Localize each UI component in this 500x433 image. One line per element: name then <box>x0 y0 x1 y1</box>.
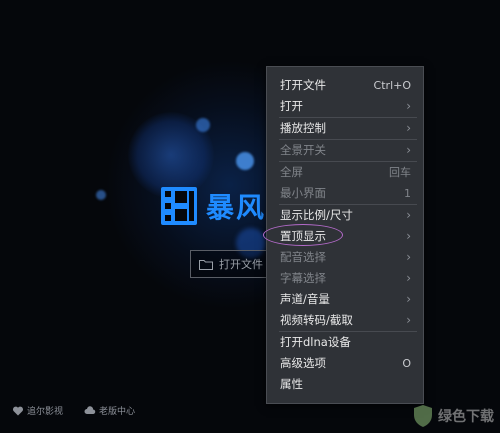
shortcut-label: 1 <box>404 187 411 200</box>
menu-item-panorama[interactable]: 全景开关 › <box>267 140 423 161</box>
menu-item-audio-track[interactable]: 配音选择 › <box>267 247 423 268</box>
chevron-right-icon: › <box>406 292 411 306</box>
folder-icon <box>199 259 213 270</box>
shortcut-label: O <box>402 357 411 370</box>
menu-item-open[interactable]: 打开 › <box>267 96 423 117</box>
menu-item-label: 高级选项 <box>280 356 326 370</box>
watermark-text: 绿色下载 <box>438 409 494 425</box>
menu-item-playback-control[interactable]: 播放控制 › <box>267 118 423 139</box>
chevron-right-icon: › <box>406 143 411 157</box>
menu-item-label: 打开dlna设备 <box>280 335 351 349</box>
chevron-right-icon: › <box>406 121 411 135</box>
app-logo: 暴风 <box>160 186 266 226</box>
menu-item-label: 播放控制 <box>280 121 326 135</box>
logo-text: 暴风 <box>206 191 267 224</box>
menu-item-channel-volume[interactable]: 声道/音量 › <box>267 289 423 310</box>
chevron-right-icon: › <box>406 271 411 285</box>
menu-item-label: 全屏 <box>280 165 303 179</box>
menu-item-label: 声道/音量 <box>280 292 330 306</box>
heart-icon <box>12 406 24 415</box>
menu-item-aspect-ratio[interactable]: 显示比例/尺寸 › <box>267 205 423 226</box>
bottom-link-label: 追尔影视 <box>27 407 64 417</box>
menu-item-label: 置顶显示 <box>280 229 326 243</box>
menu-item-fullscreen[interactable]: 全屏 回车 <box>267 162 423 183</box>
menu-item-label: 视频转码/截取 <box>280 313 353 327</box>
bottom-link-movies[interactable]: 追尔影视 <box>12 404 63 417</box>
menu-item-transcode[interactable]: 视频转码/截取 › <box>267 310 423 331</box>
menu-item-dlna[interactable]: 打开dlna设备 <box>267 332 423 353</box>
menu-item-label: 打开文件 <box>280 78 326 92</box>
shortcut-label: 回车 <box>389 166 411 179</box>
bottom-link-label: 老版中心 <box>99 407 136 417</box>
menu-item-label: 配音选择 <box>280 250 326 264</box>
shield-icon <box>414 405 432 427</box>
menu-item-label: 属性 <box>280 377 303 391</box>
menu-item-open-file[interactable]: 打开文件 Ctrl+O <box>267 75 423 96</box>
menu-item-label: 显示比例/尺寸 <box>280 208 353 222</box>
menu-item-advanced-options[interactable]: 高级选项 O <box>267 353 423 374</box>
chevron-right-icon: › <box>406 229 411 243</box>
menu-item-subtitle[interactable]: 字幕选择 › <box>267 268 423 289</box>
bokeh-light <box>96 190 106 200</box>
film-logo-icon <box>161 187 197 225</box>
chevron-right-icon: › <box>406 208 411 222</box>
chevron-right-icon: › <box>406 250 411 264</box>
cloud-icon <box>84 405 96 414</box>
menu-item-always-on-top[interactable]: 置顶显示 › <box>263 224 423 247</box>
chevron-right-icon: › <box>406 313 411 327</box>
menu-item-label: 字幕选择 <box>280 271 326 285</box>
watermark: 绿色下载 <box>412 402 498 430</box>
chevron-right-icon: › <box>406 99 411 113</box>
shortcut-label: Ctrl+O <box>373 79 411 92</box>
menu-item-label: 打开 <box>280 99 303 113</box>
menu-item-label: 最小界面 <box>280 186 326 200</box>
menu-item-properties[interactable]: 属性 <box>267 374 423 395</box>
open-file-label: 打开文件 <box>219 258 263 271</box>
menu-item-mini-mode[interactable]: 最小界面 1 <box>267 183 423 204</box>
bokeh-light <box>236 152 254 170</box>
bottom-link-center[interactable]: 老版中心 <box>84 404 135 417</box>
bokeh-light <box>196 118 210 132</box>
context-menu: 打开文件 Ctrl+O 打开 › 播放控制 › 全景开关 › 全屏 回车 最小界… <box>263 66 424 404</box>
menu-item-label: 全景开关 <box>280 143 326 157</box>
